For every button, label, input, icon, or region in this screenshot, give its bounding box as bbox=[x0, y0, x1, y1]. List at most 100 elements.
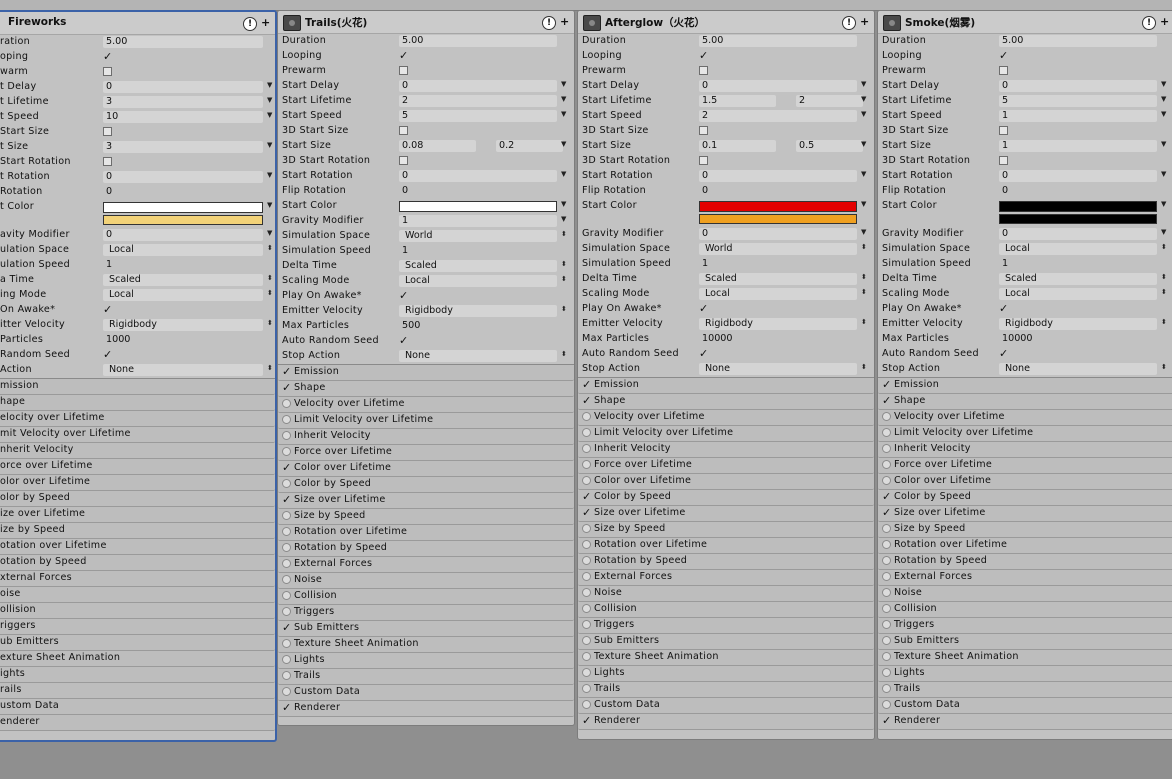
module-color-over-lifetime[interactable]: ✓ Color over Lifetime bbox=[278, 461, 574, 477]
module-color-by-speed[interactable]: ✓ Color by Speed bbox=[878, 490, 1172, 506]
property-field[interactable]: 1 bbox=[999, 258, 1167, 270]
module-disabled-toggle[interactable] bbox=[882, 652, 891, 661]
updown-arrows-icon[interactable]: ⬍ bbox=[861, 273, 867, 281]
property-field[interactable]: 5.00 bbox=[399, 35, 557, 47]
module-collision[interactable]: Collision bbox=[278, 589, 574, 605]
module-disabled-toggle[interactable] bbox=[582, 540, 591, 549]
updown-arrows-icon[interactable]: ⬍ bbox=[861, 243, 867, 251]
property-field[interactable]: 0 bbox=[399, 185, 567, 197]
module-enabled-checkbox[interactable]: ✓ bbox=[282, 494, 292, 505]
module-disabled-toggle[interactable] bbox=[582, 636, 591, 645]
module-inherit-velocity[interactable]: Inherit Velocity bbox=[878, 442, 1172, 458]
module-disabled-toggle[interactable] bbox=[582, 620, 591, 629]
module-enderer[interactable]: enderer bbox=[0, 715, 275, 731]
curve-mode-arrow-icon[interactable]: ▼ bbox=[861, 170, 866, 178]
property-field[interactable]: 0 bbox=[999, 80, 1157, 92]
module-disabled-toggle[interactable] bbox=[882, 524, 891, 533]
property-field[interactable]: 3 bbox=[103, 96, 263, 108]
range-min-field[interactable]: 1.5 bbox=[699, 95, 776, 107]
module-disabled-toggle[interactable] bbox=[882, 668, 891, 677]
curve-mode-arrow-icon[interactable]: ▼ bbox=[1161, 140, 1166, 148]
info-icon[interactable]: ! bbox=[1142, 16, 1156, 30]
curve-mode-arrow-icon[interactable]: ▼ bbox=[561, 95, 566, 103]
property-checkbox[interactable]: ✓ bbox=[699, 50, 708, 61]
module-disabled-toggle[interactable] bbox=[882, 476, 891, 485]
property-select[interactable]: Local bbox=[699, 288, 857, 300]
property-field[interactable]: 1 bbox=[103, 259, 273, 271]
module-sub-emitters[interactable]: ✓ Sub Emitters bbox=[278, 621, 574, 637]
module-inherit-velocity[interactable]: Inherit Velocity bbox=[578, 442, 874, 458]
range-min-field[interactable]: 0.1 bbox=[699, 140, 776, 152]
module-ize-by-speed[interactable]: ize by Speed bbox=[0, 523, 275, 539]
module-disabled-toggle[interactable] bbox=[582, 668, 591, 677]
module-disabled-toggle[interactable] bbox=[282, 447, 291, 456]
property-checkbox[interactable]: ✓ bbox=[999, 348, 1008, 359]
module-rotation-by-speed[interactable]: Rotation by Speed bbox=[278, 541, 574, 557]
module-disabled-toggle[interactable] bbox=[282, 575, 291, 584]
updown-arrows-icon[interactable]: ⬍ bbox=[861, 363, 867, 371]
module-enabled-checkbox[interactable]: ✓ bbox=[282, 366, 292, 377]
module-noise[interactable]: Noise bbox=[578, 586, 874, 602]
property-select[interactable]: Rigidbody bbox=[999, 318, 1157, 330]
property-checkbox[interactable] bbox=[399, 126, 408, 135]
module-disabled-toggle[interactable] bbox=[282, 639, 291, 648]
module-ustom-data[interactable]: ustom Data bbox=[0, 699, 275, 715]
property-field[interactable]: 500 bbox=[399, 320, 567, 332]
property-field[interactable]: 5.00 bbox=[699, 35, 857, 47]
module-enabled-checkbox[interactable]: ✓ bbox=[882, 507, 892, 518]
curve-mode-arrow-icon[interactable]: ▼ bbox=[267, 141, 272, 149]
module-enabled-checkbox[interactable]: ✓ bbox=[282, 622, 292, 633]
property-field[interactable]: 0 bbox=[103, 186, 273, 198]
updown-arrows-icon[interactable]: ⬍ bbox=[267, 364, 273, 372]
property-checkbox[interactable] bbox=[103, 67, 112, 76]
module-limit-velocity-over-lifetime[interactable]: Limit Velocity over Lifetime bbox=[578, 426, 874, 442]
module-color-by-speed[interactable]: ✓ Color by Speed bbox=[578, 490, 874, 506]
module-enabled-checkbox[interactable]: ✓ bbox=[882, 395, 892, 406]
module-mit-velocity-over-lifetime[interactable]: mit Velocity over Lifetime bbox=[0, 427, 275, 443]
color-swatch[interactable] bbox=[399, 201, 557, 212]
property-field[interactable]: 0 bbox=[699, 228, 857, 240]
add-component-icon[interactable]: + bbox=[860, 15, 869, 28]
updown-arrows-icon[interactable]: ⬍ bbox=[561, 260, 567, 268]
module-disabled-toggle[interactable] bbox=[582, 556, 591, 565]
module-disabled-toggle[interactable] bbox=[582, 652, 591, 661]
property-checkbox[interactable] bbox=[699, 126, 708, 135]
color-swatch[interactable] bbox=[103, 202, 263, 213]
module-disabled-toggle[interactable] bbox=[582, 476, 591, 485]
module-force-over-lifetime[interactable]: Force over Lifetime bbox=[878, 458, 1172, 474]
add-component-icon[interactable]: + bbox=[1160, 15, 1169, 28]
module-inherit-velocity[interactable]: Inherit Velocity bbox=[278, 429, 574, 445]
property-field[interactable]: 0 bbox=[103, 171, 263, 183]
module-otation-over-lifetime[interactable]: otation over Lifetime bbox=[0, 539, 275, 555]
updown-arrows-icon[interactable]: ⬍ bbox=[861, 318, 867, 326]
property-checkbox[interactable] bbox=[699, 156, 708, 165]
module-disabled-toggle[interactable] bbox=[282, 527, 291, 536]
module-rotation-over-lifetime[interactable]: Rotation over Lifetime bbox=[278, 525, 574, 541]
module-sub-emitters[interactable]: Sub Emitters bbox=[578, 634, 874, 650]
module-exture-sheet-animation[interactable]: exture Sheet Animation bbox=[0, 651, 275, 667]
curve-mode-arrow-icon[interactable]: ▼ bbox=[861, 140, 866, 148]
updown-arrows-icon[interactable]: ⬍ bbox=[861, 288, 867, 296]
property-checkbox[interactable]: ✓ bbox=[103, 349, 112, 360]
info-icon[interactable]: ! bbox=[842, 16, 856, 30]
property-field[interactable]: 1000 bbox=[103, 334, 273, 346]
module-enabled-checkbox[interactable]: ✓ bbox=[282, 462, 292, 473]
panel-header[interactable]: Afterglow（火花）! + bbox=[578, 11, 874, 34]
module-disabled-toggle[interactable] bbox=[582, 444, 591, 453]
property-field[interactable]: 0 bbox=[699, 80, 857, 92]
range-max-field[interactable]: 0.2 bbox=[496, 140, 563, 152]
module-enabled-checkbox[interactable]: ✓ bbox=[882, 379, 892, 390]
curve-mode-arrow-icon[interactable]: ▼ bbox=[1161, 80, 1166, 88]
color-swatch[interactable] bbox=[999, 214, 1157, 224]
property-select[interactable]: Local bbox=[399, 275, 557, 287]
module-disabled-toggle[interactable] bbox=[282, 559, 291, 568]
property-field[interactable]: 1 bbox=[699, 258, 867, 270]
updown-arrows-icon[interactable]: ⬍ bbox=[1161, 273, 1167, 281]
module-ize-over-lifetime[interactable]: ize over Lifetime bbox=[0, 507, 275, 523]
module-disabled-toggle[interactable] bbox=[582, 460, 591, 469]
module-external-forces[interactable]: External Forces bbox=[578, 570, 874, 586]
updown-arrows-icon[interactable]: ⬍ bbox=[267, 289, 273, 297]
module-disabled-toggle[interactable] bbox=[282, 591, 291, 600]
curve-mode-arrow-icon[interactable]: ▼ bbox=[561, 170, 566, 178]
property-select[interactable]: None bbox=[999, 363, 1157, 375]
